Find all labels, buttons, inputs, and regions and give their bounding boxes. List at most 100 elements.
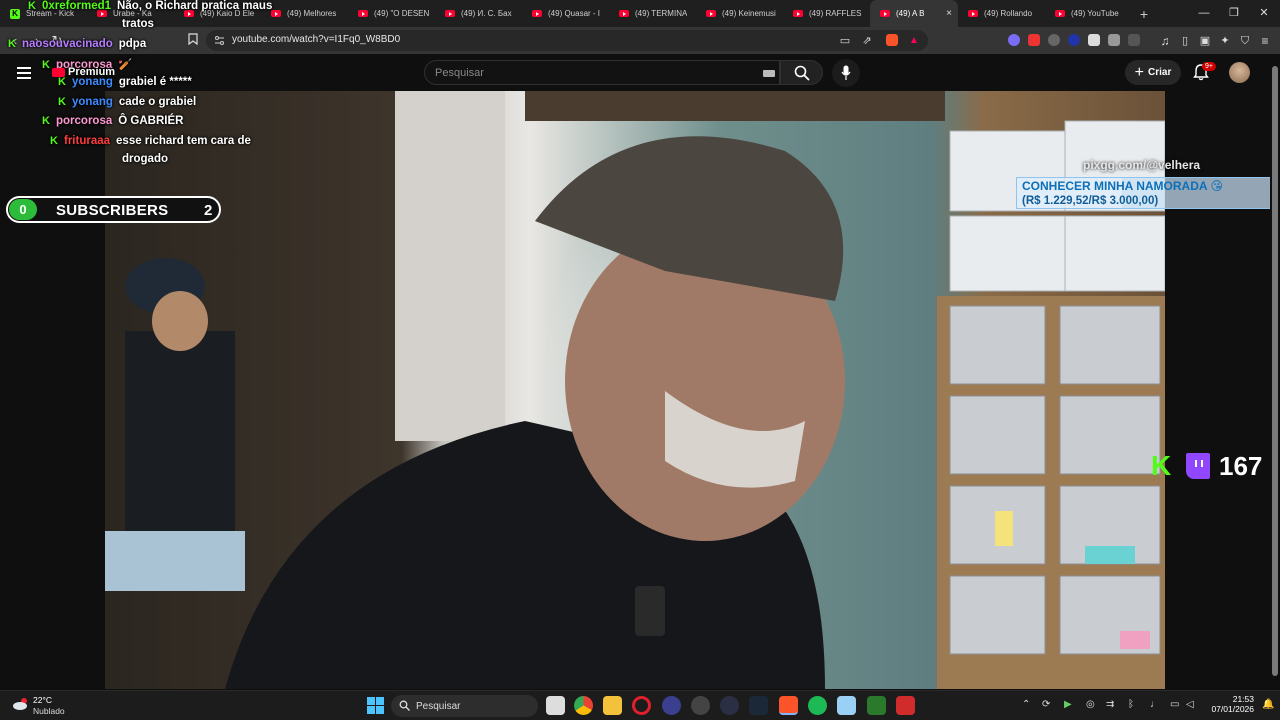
twitch-logo-icon xyxy=(1186,453,1210,479)
voice-search-button[interactable] xyxy=(832,59,860,87)
browser-tab[interactable]: (49) Rollando xyxy=(958,0,1045,27)
weather-condition[interactable]: Nublado xyxy=(33,706,65,716)
brave-icon[interactable] xyxy=(779,696,798,715)
microphone-icon[interactable]: ♩ xyxy=(1150,699,1160,710)
account-avatar[interactable] xyxy=(1229,62,1250,83)
kick-badge-icon: K xyxy=(42,59,50,71)
youtube-premium-logo[interactable]: Premium xyxy=(52,66,115,78)
extension-icon[interactable] xyxy=(1028,34,1040,46)
new-tab-button[interactable]: + xyxy=(1132,6,1156,22)
weather-temperature[interactable]: 22°C xyxy=(33,695,52,705)
chat-text: 🏏 xyxy=(118,59,133,71)
pix-goal-title: CONHECER MINHA NAMORADA 😘 xyxy=(1022,179,1223,193)
chat-message: Kyonang cade o grabiel xyxy=(58,96,196,108)
browser-tab[interactable]: (49) YouTube xyxy=(1045,0,1132,27)
youtube-search-input[interactable]: Pesquisar xyxy=(424,60,780,85)
subscribers-left-count: 0 xyxy=(9,199,37,220)
maximize-icon[interactable]: ❐ xyxy=(1218,0,1250,27)
brave-shields-icon[interactable] xyxy=(886,34,898,46)
vpn-icon[interactable]: ⛉ xyxy=(1236,32,1254,50)
chat-message: drogado xyxy=(122,153,168,165)
wallet-icon[interactable]: ▣ xyxy=(1196,32,1214,50)
browser-tab[interactable]: (49) И. С. Бах xyxy=(435,0,522,27)
browser-tab[interactable]: (49) Keinemusi xyxy=(696,0,783,27)
media-icon[interactable]: ♫ xyxy=(1156,32,1174,50)
search-button[interactable] xyxy=(780,60,823,85)
tray-app-icon[interactable]: ⟳ xyxy=(1042,699,1050,710)
notification-center-icon[interactable]: 🔔 xyxy=(1262,699,1274,710)
subscribers-right-count: 2 xyxy=(204,202,213,219)
kick-badge-icon: K xyxy=(50,135,58,147)
extension-icon[interactable] xyxy=(1128,34,1140,46)
windows-taskbar: 22°C Nublado Pesquisar ⌃ ⟳ ▶ ◎ ⇉ ᛒ ♩ ▭ ◁… xyxy=(0,690,1280,720)
extensions-puzzle-icon[interactable] xyxy=(1108,34,1120,46)
opera-icon[interactable] xyxy=(632,696,651,715)
browser-tab[interactable]: (49) TERMINA xyxy=(609,0,696,27)
share-icon[interactable]: ⇗ xyxy=(858,32,876,50)
bluetooth-icon[interactable]: ᛒ xyxy=(1128,699,1134,710)
windows-start-icon[interactable] xyxy=(367,697,384,714)
extension-icon[interactable] xyxy=(1008,34,1020,46)
file-explorer-icon[interactable] xyxy=(603,696,622,715)
search-icon xyxy=(794,65,810,81)
app-icon[interactable] xyxy=(662,696,681,715)
youtube-icon xyxy=(706,10,716,17)
extension-icon[interactable] xyxy=(1048,34,1060,46)
scrollbar-thumb[interactable] xyxy=(1272,66,1278,676)
keyboard-icon[interactable] xyxy=(763,70,775,77)
video-player[interactable] xyxy=(105,91,1165,689)
system-clock[interactable]: 21:53 07/01/2026 xyxy=(1208,694,1254,714)
create-button[interactable]: + Criar xyxy=(1125,60,1181,85)
cloudy-weather-icon[interactable] xyxy=(12,697,30,711)
menu-icon[interactable]: ≡ xyxy=(1256,32,1274,50)
tab-title: (49) YouTube xyxy=(1071,9,1119,18)
clock-time: 21:53 xyxy=(1232,694,1254,704)
extension-icon[interactable] xyxy=(1068,34,1080,46)
close-tab-icon[interactable]: × xyxy=(946,8,952,19)
browser-tab[interactable]: (49) A B × xyxy=(870,0,958,27)
brave-rewards-icon[interactable]: ▲ xyxy=(905,32,923,50)
tray-app-icon[interactable]: ▶ xyxy=(1064,699,1072,710)
browser-tab[interactable]: (49) "O DESEN xyxy=(348,0,435,27)
steam-icon[interactable] xyxy=(749,696,768,715)
premium-label: Premium xyxy=(68,66,116,78)
tab-title: (49) A B xyxy=(896,9,925,18)
app-icon[interactable] xyxy=(691,696,710,715)
task-view-icon[interactable] xyxy=(546,696,565,715)
show-hidden-icons-icon[interactable]: ⌃ xyxy=(1022,699,1030,710)
tray-app-icon[interactable]: ◎ xyxy=(1086,699,1095,710)
kick-logo-icon: K xyxy=(1151,450,1172,481)
app-icon[interactable] xyxy=(867,696,886,715)
page-scrollbar[interactable] xyxy=(1270,54,1280,690)
cast-icon[interactable]: ▭ xyxy=(836,32,854,50)
browser-tab[interactable]: (49) Quasar - I xyxy=(522,0,609,27)
app-icon[interactable] xyxy=(720,696,739,715)
tab-title: (49) RAFFLES D xyxy=(809,9,864,18)
volume-icon[interactable]: ◁ xyxy=(1186,699,1194,710)
viewer-count-widget: K 167 xyxy=(1151,451,1276,481)
chrome-icon[interactable] xyxy=(574,696,593,715)
search-icon xyxy=(399,700,410,711)
close-window-icon[interactable]: ✕ xyxy=(1248,0,1280,27)
video-frame-image xyxy=(105,91,1165,689)
address-bar[interactable]: youtube.com/watch?v=I1Fq0_W8BD0 xyxy=(206,30,928,51)
chat-text: Não, o Richard pratica maus xyxy=(117,0,273,12)
chat-username: frituraaa xyxy=(64,135,111,147)
chat-text: tratos xyxy=(122,18,154,30)
tab-title: (49) Keinemusi xyxy=(722,9,776,18)
tray-app-icon[interactable]: ⇉ xyxy=(1106,699,1114,710)
spotify-icon[interactable] xyxy=(808,696,827,715)
taskbar-search-input[interactable]: Pesquisar xyxy=(391,695,538,717)
acrobat-icon[interactable] xyxy=(896,696,915,715)
extension-icon[interactable] xyxy=(1088,34,1100,46)
network-icon[interactable]: ▭ xyxy=(1170,699,1179,710)
youtube-icon xyxy=(793,10,803,17)
notepad-icon[interactable] xyxy=(837,696,856,715)
chat-text: grabiel é ***** xyxy=(118,76,192,88)
browser-tab[interactable]: (49) RAFFLES D xyxy=(783,0,870,27)
leo-ai-icon[interactable]: ✦ xyxy=(1216,32,1234,50)
pix-username: pixgg.com/@velhera xyxy=(1083,158,1201,172)
chat-text: drogado xyxy=(122,153,168,165)
minimize-icon[interactable]: — xyxy=(1188,0,1220,27)
sidebar-icon[interactable]: ▯ xyxy=(1176,32,1194,50)
